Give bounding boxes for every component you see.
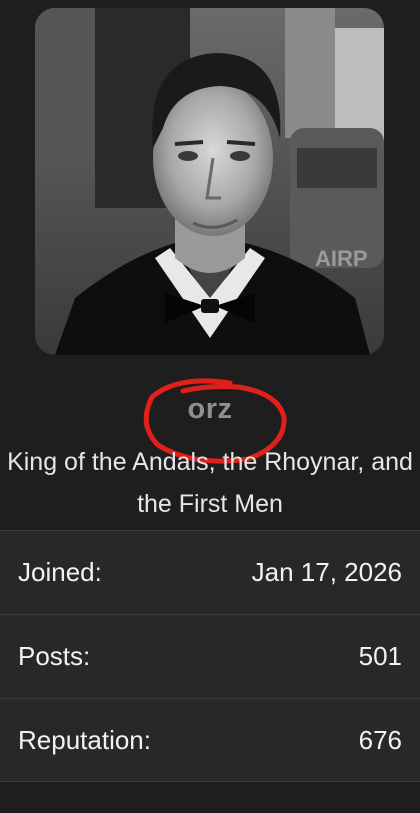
avatar-image: AIRP [35,8,384,355]
user-title: King of the Andals, the Rhoynar, and the… [7,448,413,518]
avatar[interactable]: AIRP [35,8,384,355]
stat-value: 501 [358,641,402,671]
stat-value: Jan 17, 2026 [251,557,402,587]
svg-text:AIRP: AIRP [315,246,368,271]
stat-label: Posts: [18,641,91,671]
stat-row-joined: Joined: Jan 17, 2026 [0,530,420,614]
stat-label: Reputation: [18,724,151,755]
username[interactable]: orz [0,393,420,426]
stat-row-reputation[interactable]: Reputation: 676 [0,698,420,782]
stat-row-posts[interactable]: Posts: 501 [0,614,420,698]
stat-label: Joined: [18,557,102,587]
stat-value: 676 [358,724,402,755]
